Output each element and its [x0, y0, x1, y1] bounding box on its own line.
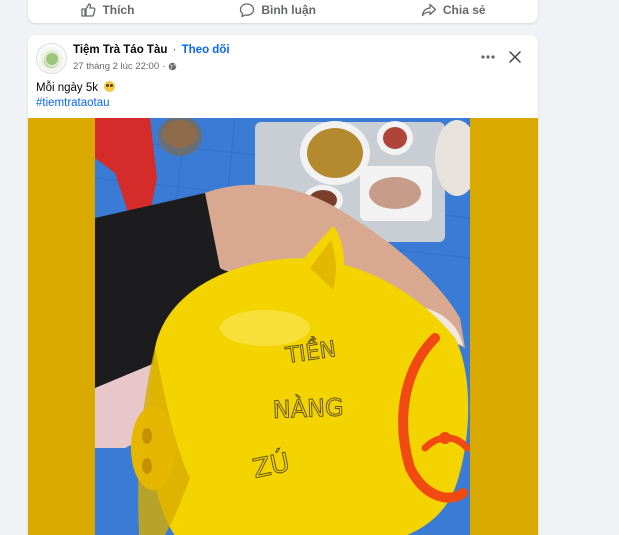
like-button[interactable]: Thích	[80, 2, 134, 18]
post-photo-container[interactable]: TIỀN NÀNG ZÚ	[28, 118, 538, 535]
share-label: Chia sẻ	[442, 2, 486, 17]
close-icon	[509, 51, 521, 63]
post-photo[interactable]: TIỀN NÀNG ZÚ	[95, 118, 470, 535]
photo-text-line-2: NÀNG	[272, 393, 344, 424]
like-label: Thích	[102, 2, 135, 17]
globe-icon[interactable]	[168, 62, 177, 71]
post-timestamp[interactable]: 27 tháng 2 lúc 22:00	[73, 61, 159, 72]
thumbs-up-icon	[81, 2, 96, 17]
post-caption: Mỗi ngày 5k	[36, 81, 116, 94]
share-button[interactable]: Chia sẻ	[421, 2, 486, 18]
post-card: Tiệm Trà Táo Tàu · Theo dõi 27 tháng 2 l…	[28, 35, 538, 535]
more-dots-icon	[481, 55, 495, 59]
comment-icon	[240, 2, 255, 17]
comment-label: Bình luận	[261, 2, 316, 17]
previous-post-card: Thích Bình luận Chia sẻ	[28, 0, 538, 23]
piggy-bank-photo: TIỀN NÀNG ZÚ	[95, 118, 470, 535]
follow-button[interactable]: Theo dõi	[182, 44, 230, 56]
post-meta: 27 tháng 2 lúc 22:00 ·	[73, 61, 177, 72]
header-separator: ·	[172, 44, 177, 56]
comment-button[interactable]: Bình luận	[239, 2, 316, 18]
page-name-link[interactable]: Tiệm Trà Táo Tàu	[73, 44, 167, 56]
meta-separator: ·	[162, 61, 166, 72]
previous-post-actions: Thích Bình luận Chia sẻ	[28, 0, 538, 23]
more-options-button[interactable]	[474, 47, 502, 67]
hashtag-link[interactable]: #tiemtrataotau	[36, 97, 110, 109]
drooling-face-emoji	[104, 81, 116, 92]
caption-text: Mỗi ngày 5k	[36, 82, 99, 94]
page-avatar[interactable]	[36, 43, 67, 74]
share-icon	[421, 3, 437, 16]
close-button[interactable]	[504, 46, 526, 68]
post-header: Tiệm Trà Táo Tàu · Theo dõi	[73, 44, 230, 56]
